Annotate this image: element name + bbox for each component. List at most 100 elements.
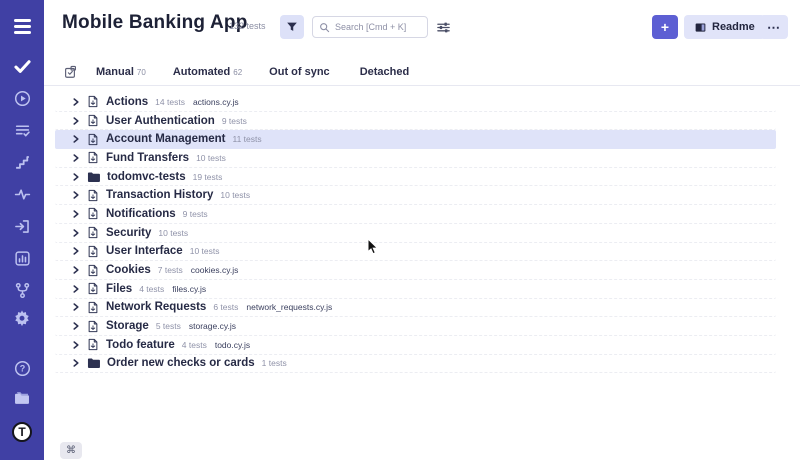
tab-label: Detached [360, 66, 410, 78]
bar-chart-icon[interactable] [12, 248, 32, 268]
file-icon [87, 95, 99, 108]
tab-manual[interactable]: Manual70 [96, 66, 146, 78]
file-icon [87, 301, 99, 314]
suite-list: Actions 14 tests actions.cy.js User Authent… [55, 93, 776, 373]
search-input[interactable] [335, 22, 421, 32]
search-box [312, 16, 428, 38]
chevron-right-icon[interactable] [72, 191, 80, 199]
chevron-right-icon[interactable] [72, 322, 80, 330]
tab-label: Out of sync [269, 66, 330, 78]
tab-label: Automated [173, 66, 230, 78]
chevron-right-icon[interactable] [72, 173, 80, 181]
tabs-bar: Manual70 Automated62 Out of sync Detached [44, 58, 800, 86]
suite-test-count: 10 tests [158, 228, 188, 238]
suite-test-count: 4 tests [139, 284, 164, 294]
suite-row[interactable]: todomvc-tests 19 tests [55, 168, 776, 187]
file-icon [87, 207, 99, 220]
command-shortcut-button[interactable]: ⌘ [60, 442, 82, 459]
chevron-right-icon[interactable] [72, 285, 80, 293]
suite-row[interactable]: Actions 14 tests actions.cy.js [55, 93, 776, 112]
filter-button[interactable] [280, 15, 304, 39]
chevron-right-icon[interactable] [72, 303, 80, 311]
file-icon [87, 151, 99, 164]
suite-test-count: 9 tests [183, 209, 208, 219]
suite-name: User Authentication [106, 115, 215, 127]
tab-label: Manual [96, 66, 134, 78]
checklist-icon[interactable] [63, 65, 77, 79]
suite-row[interactable]: Account Management11 tests [55, 130, 776, 149]
chevron-right-icon[interactable] [72, 266, 80, 274]
chevron-right-icon[interactable] [72, 135, 80, 143]
svg-text:?: ? [19, 363, 25, 373]
logo-icon[interactable]: T [12, 420, 32, 444]
suite-row[interactable]: Transaction History 10 tests [55, 186, 776, 205]
suite-file-name: todo.cy.js [215, 340, 250, 350]
page-title: Mobile Banking App [62, 12, 248, 34]
import-icon[interactable] [12, 216, 32, 236]
tab-automated[interactable]: Automated62 [173, 66, 242, 78]
file-icon [87, 282, 99, 295]
list-check-icon[interactable] [12, 120, 32, 140]
suite-row[interactable]: Todo feature4 teststodo.cy.js [55, 336, 776, 355]
chevron-right-icon[interactable] [72, 210, 80, 218]
suite-test-count: 19 tests [193, 172, 223, 182]
suite-name: Actions [106, 96, 148, 108]
file-icon [87, 226, 99, 239]
suite-test-count: 10 tests [220, 190, 250, 200]
suite-file-name: actions.cy.js [193, 97, 239, 107]
suite-row[interactable]: Fund Transfers10 tests [55, 149, 776, 168]
suite-row[interactable]: User Interface10 tests [55, 243, 776, 262]
menu-icon[interactable] [12, 16, 32, 36]
readme-book-icon [694, 21, 707, 34]
suite-test-count: 14 tests [155, 97, 185, 107]
check-icon[interactable] [12, 56, 32, 76]
tab-count: 62 [233, 68, 242, 77]
suite-row[interactable]: Storage5 testsstorage.cy.js [55, 317, 776, 336]
chevron-right-icon[interactable] [72, 247, 80, 255]
chevron-right-icon[interactable] [72, 359, 80, 367]
folder-icon[interactable] [12, 388, 32, 408]
suite-name: Storage [106, 320, 149, 332]
funnel-icon [285, 20, 299, 34]
tab-detached[interactable]: Detached [360, 66, 413, 78]
tab-out-of-sync[interactable]: Out of sync [269, 66, 333, 78]
suite-row[interactable]: Security 10 tests [55, 224, 776, 243]
chevron-right-icon[interactable] [72, 154, 80, 162]
gear-icon[interactable] [12, 308, 32, 328]
sliders-button[interactable] [434, 18, 452, 36]
chevron-right-icon[interactable] [72, 229, 80, 237]
steps-icon[interactable] [12, 152, 32, 172]
suite-name: Files [106, 283, 132, 295]
chevron-right-icon[interactable] [72, 98, 80, 106]
suite-row[interactable]: Files4 testsfiles.cy.js [55, 280, 776, 299]
branch-icon[interactable] [12, 280, 32, 300]
chevron-right-icon[interactable] [72, 341, 80, 349]
suite-name: Network Requests [106, 301, 206, 313]
suite-row[interactable]: Order new checks or cards1 tests [55, 355, 776, 374]
file-icon [87, 189, 99, 202]
suite-row[interactable]: Network Requests6 testsnetwork_requests.… [55, 299, 776, 318]
suite-test-count: 10 tests [190, 246, 220, 256]
file-icon [87, 245, 99, 258]
tab-list: Manual70 Automated62 Out of sync Detached [96, 66, 412, 78]
suite-name: Todo feature [106, 339, 175, 351]
total-tests-count: 132 tests [229, 21, 266, 31]
help-icon[interactable]: ? [12, 358, 32, 378]
play-circle-icon[interactable] [12, 88, 32, 108]
more-button[interactable]: ⋯ [760, 15, 788, 39]
suite-name: Security [106, 227, 151, 239]
chevron-right-icon[interactable] [72, 117, 80, 125]
readme-button[interactable]: Readme [684, 15, 765, 39]
suite-name: Notifications [106, 208, 176, 220]
add-button[interactable]: + [652, 15, 678, 39]
file-icon [87, 338, 99, 351]
suite-name: Transaction History [106, 189, 213, 201]
activity-icon[interactable] [12, 184, 32, 204]
suite-name: todomvc-tests [107, 171, 186, 183]
folder-icon [87, 357, 100, 369]
suite-row[interactable]: User Authentication9 tests [55, 112, 776, 131]
suite-file-name: network_requests.cy.js [246, 302, 332, 312]
suite-row[interactable]: Cookies7 testscookies.cy.js [55, 261, 776, 280]
suite-row[interactable]: Notifications 9 tests [55, 205, 776, 224]
sliders-icon [436, 20, 451, 35]
